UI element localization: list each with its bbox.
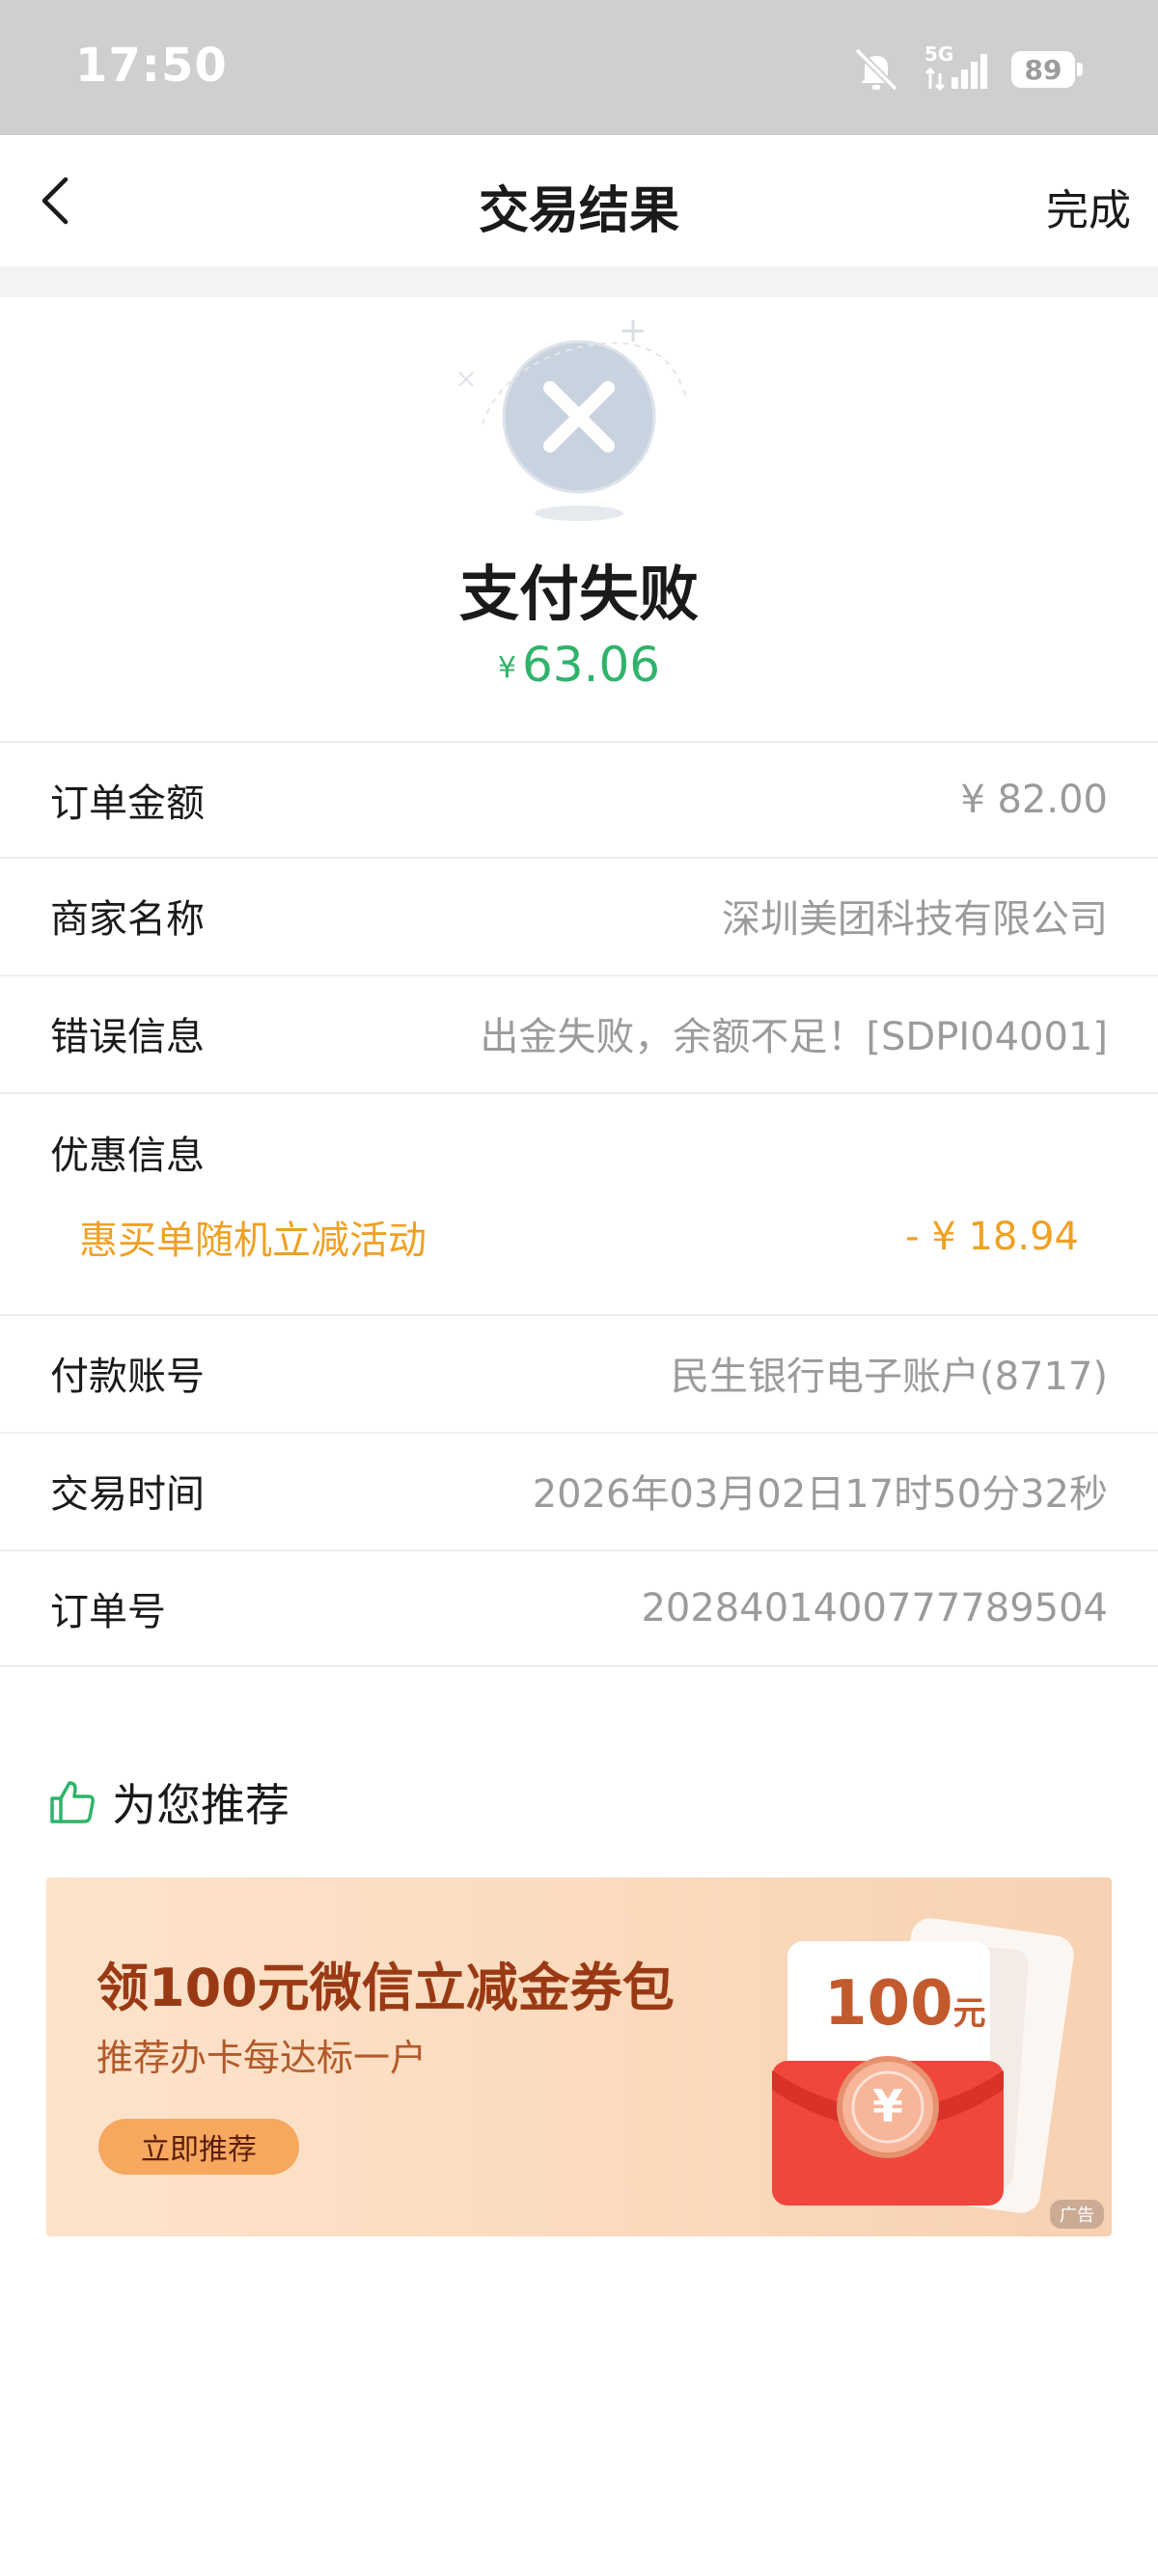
currency-symbol: ¥ (497, 651, 516, 685)
detail-label: 订单号 (50, 1590, 166, 1634)
battery-level: 89 (1024, 53, 1062, 86)
art-amount: 100元 (824, 1968, 986, 2040)
detail-value: ¥ 82.00 (960, 778, 1108, 822)
banner-subline: 推荐办卡每达标一户 (96, 2037, 427, 2079)
detail-row-account: 付款账号 民生银行电子账户(8717) (0, 1316, 1158, 1430)
discount-label: 优惠信息 (50, 1134, 205, 1178)
banner-headline: 领100元微信立减金券包 (96, 1958, 675, 2018)
fail-icon (458, 320, 686, 521)
status-bar: 17:50 5G 89 (0, 0, 1158, 135)
recommend-header: 为您推荐 (48, 1773, 290, 1831)
thumbs-up-icon (50, 1781, 95, 1823)
result-status: 支付失败 (458, 559, 699, 629)
result-amount: ¥63.06 (0, 637, 1158, 693)
divider (0, 1092, 1158, 1094)
detail-value: 2026年03月02日17时50分32秒 (532, 1472, 1108, 1517)
detail-label: 错误信息 (50, 1015, 205, 1059)
detail-label: 付款账号 (50, 1355, 205, 1399)
page-title: 交易结果 (478, 182, 679, 240)
art-amount-number: 100 (824, 1968, 953, 2040)
detail-row-merchant: 商家名称 深圳美团科技有限公司 (0, 859, 1158, 973)
detail-row-time: 交易时间 2026年03月02日17时50分32秒 (0, 1434, 1158, 1548)
detail-value: 民生银行电子账户(8717) (670, 1355, 1108, 1399)
detail-value: 出金失败，余额不足！[SDPI04001] (480, 1015, 1108, 1059)
signal-5g-icon: 5G (923, 42, 990, 93)
mute-bell-icon (854, 47, 898, 92)
discount-name: 惠买单随机立减活动 (79, 1219, 427, 1263)
detail-label: 交易时间 (50, 1472, 205, 1517)
detail-row-order-amount: 订单金额 ¥ 82.00 (0, 743, 1158, 857)
detail-value: 深圳美团科技有限公司 (722, 897, 1108, 942)
recommend-now-button[interactable]: 立即推荐 (98, 2119, 299, 2175)
detail-label: 订单金额 (50, 781, 205, 826)
red-envelope-image: 100元 ¥ (712, 1897, 1098, 2225)
status-icons: 5G 89 (851, 42, 1083, 96)
status-time: 17:50 (75, 39, 228, 93)
detail-value: 2028401400777789504 (641, 1586, 1108, 1631)
discount-item: 惠买单随机立减活动 - ¥ 18.94 (79, 1208, 1079, 1266)
art-amount-unit: 元 (952, 1994, 986, 2033)
battery-indicator: 89 (1011, 51, 1083, 88)
coin-symbol: ¥ (871, 2080, 903, 2132)
detail-row-order-no: 订单号 2028401400777789504 (0, 1551, 1158, 1665)
recommend-title: 为您推荐 (112, 1779, 290, 1831)
divider (0, 1665, 1158, 1667)
detail-row-error: 错误信息 出金失败，余额不足！[SDPI04001] (0, 976, 1158, 1090)
detail-label: 商家名称 (50, 897, 205, 942)
section-gap (0, 266, 1158, 297)
amount-value: 63.06 (521, 637, 661, 693)
nav-bar: 交易结果 完成 (0, 135, 1158, 266)
done-button[interactable]: 完成 (1046, 176, 1131, 237)
discount-value: - ¥ 18.94 (905, 1215, 1079, 1259)
promo-banner[interactable]: 领100元微信立减金券包 推荐办卡每达标一户 立即推荐 100元 ¥ 广告 (46, 1877, 1112, 2236)
ad-tag: 广告 (1050, 2200, 1104, 2229)
